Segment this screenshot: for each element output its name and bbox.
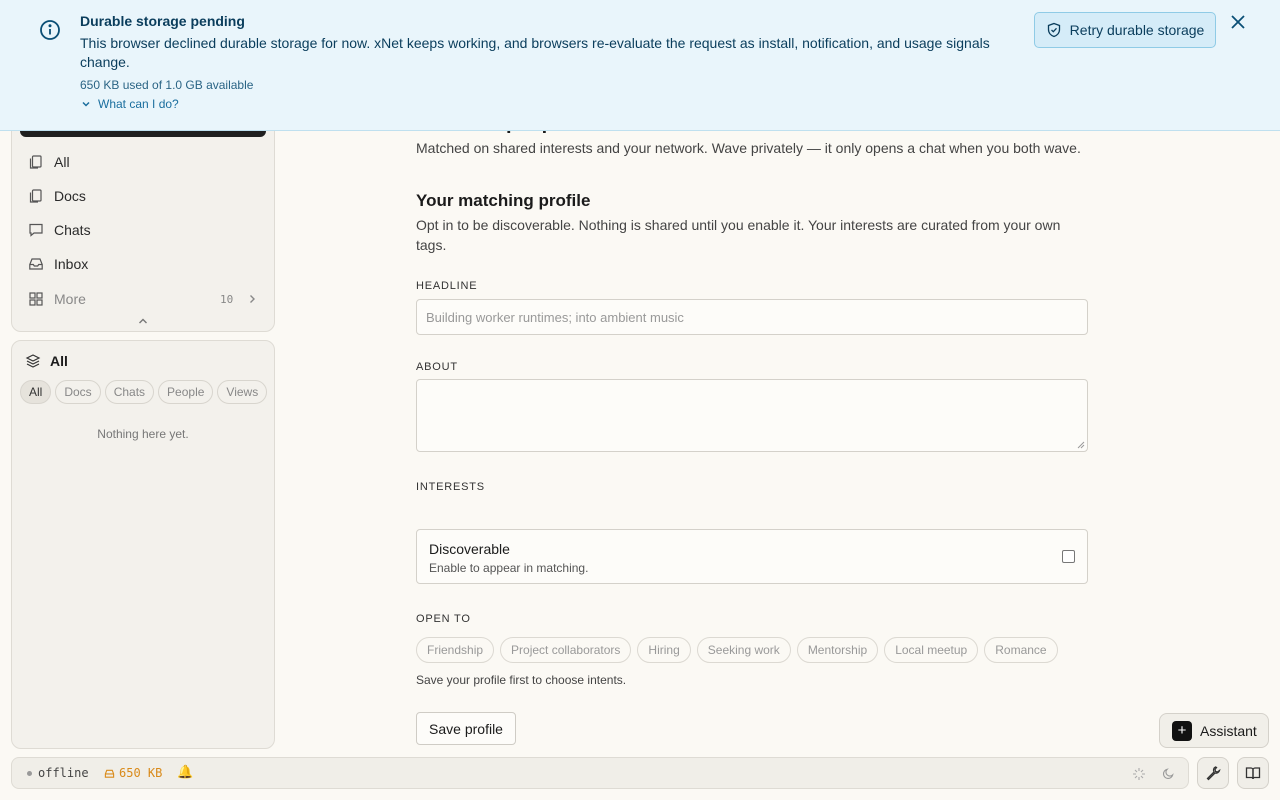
storage-value: 650 KB	[119, 766, 163, 780]
book-open-icon	[1245, 767, 1261, 780]
close-icon[interactable]	[1228, 12, 1248, 32]
sidebar-item-all[interactable]: All	[28, 150, 258, 174]
sidebar-item-label: Chats	[54, 222, 91, 238]
headline-placeholder: Building worker runtimes; into ambient m…	[426, 309, 684, 325]
docs-button[interactable]	[1237, 757, 1269, 789]
intent-chip-hiring[interactable]: Hiring	[637, 637, 691, 663]
grid-icon	[29, 292, 43, 306]
inbox-icon	[29, 258, 43, 270]
intent-chip-romance[interactable]: Romance	[984, 637, 1058, 663]
all-panel-title: All	[50, 353, 68, 369]
assistant-label: Assistant	[1200, 722, 1257, 739]
sidebar-item-label: All	[54, 154, 70, 170]
docs-icon	[29, 189, 42, 203]
headline-input[interactable]: Building worker runtimes; into ambient m…	[416, 299, 1088, 335]
about-label: ABOUT	[416, 361, 458, 373]
empty-state: Nothing here yet.	[97, 427, 189, 441]
sidebar-item-docs[interactable]: Docs	[28, 184, 258, 208]
profile-section-title: Your matching profile	[416, 191, 591, 210]
retry-storage-button[interactable]: Retry durable storage	[1034, 12, 1216, 48]
intent-chip-friendship[interactable]: Friendship	[416, 637, 495, 663]
filter-chip-all[interactable]: All	[20, 380, 52, 404]
profile-section-description: Opt in to be discoverable. Nothing is sh…	[416, 217, 1061, 253]
page-subtitle: Matched on shared interests and your net…	[416, 140, 1081, 156]
storage-usage: 650 KB used of 1.0 GB available	[80, 78, 254, 92]
assistant-button[interactable]: + Assistant	[1159, 713, 1269, 748]
storage-indicator[interactable]: 650 KB	[104, 766, 162, 780]
tools-button[interactable]	[1197, 757, 1229, 789]
intent-chip-local-meetup[interactable]: Local meetup	[884, 637, 979, 663]
banner-title: Durable storage pending	[80, 13, 245, 29]
connection-status-dot	[27, 771, 32, 776]
all-panel-header: All	[25, 353, 68, 369]
intent-chip-seeking-work[interactable]: Seeking work	[696, 637, 791, 663]
sidebar-nav: All Docs Chats Inbox More 10	[11, 120, 275, 332]
sparkle-icon[interactable]	[1132, 767, 1146, 781]
retry-storage-label: Retry durable storage	[1069, 22, 1205, 38]
open-to-label: OPEN TO	[416, 613, 471, 625]
intent-chip-project-collaborators[interactable]: Project collaborators	[500, 637, 632, 663]
filter-chip-people[interactable]: People	[158, 380, 214, 404]
intent-chips: Friendship Project collaborators Hiring …	[416, 637, 1058, 663]
filter-chip-docs[interactable]: Docs	[55, 380, 101, 404]
resize-grip-icon[interactable]	[1077, 441, 1085, 449]
chevron-down-icon	[82, 101, 90, 107]
headline-label: HEADLINE	[416, 280, 478, 292]
sidebar-item-label: Docs	[54, 188, 86, 204]
what-can-i-do-link[interactable]: What can I do?	[80, 97, 179, 111]
discoverable-description: Enable to appear in matching.	[429, 561, 589, 575]
status-bar: offline 650 KB 🔔	[11, 757, 1189, 789]
about-textarea[interactable]	[416, 379, 1088, 452]
intent-chip-mentorship[interactable]: Mentorship	[796, 637, 879, 663]
storage-banner: Durable storage pending This browser dec…	[0, 0, 1280, 131]
more-count: 10	[220, 292, 234, 306]
chevron-up-icon[interactable]	[136, 314, 150, 328]
shield-check-icon	[1047, 22, 1060, 38]
sidebar-item-label: Inbox	[54, 256, 89, 272]
discoverable-checkbox[interactable]	[1062, 550, 1075, 563]
wrench-icon	[1206, 766, 1221, 781]
save-profile-button[interactable]: Save profile	[416, 712, 516, 745]
layers-icon	[25, 354, 41, 368]
sidebar-item-label: More	[54, 291, 86, 307]
sidebar-item-more[interactable]: More 10	[28, 287, 258, 311]
banner-description: This browser declined durable storage fo…	[80, 35, 990, 70]
sidebar-item-chats[interactable]: Chats	[28, 218, 258, 242]
interests-label: INTERESTS	[416, 481, 485, 493]
connection-status: offline	[38, 766, 89, 780]
filter-chip-views[interactable]: Views	[217, 380, 268, 404]
bell-icon[interactable]: 🔔	[177, 765, 193, 780]
chat-icon	[29, 223, 43, 237]
what-can-i-do-label: What can I do?	[98, 97, 179, 111]
filter-chips: All Docs Chats People Views	[20, 380, 268, 404]
file-stack-icon	[29, 155, 42, 169]
discoverable-title: Discoverable	[429, 541, 510, 557]
sidebar-item-inbox[interactable]: Inbox	[28, 252, 258, 276]
discoverable-card: Discoverable Enable to appear in matchin…	[416, 529, 1088, 584]
chevron-right-icon	[250, 295, 255, 303]
all-panel: All All Docs Chats People Views Nothing …	[11, 340, 275, 749]
moon-icon[interactable]	[1162, 767, 1175, 780]
intents-hint: Save your profile first to choose intent…	[416, 673, 627, 687]
info-icon	[40, 20, 60, 40]
hard-drive-icon	[104, 769, 115, 778]
plus-icon: +	[1172, 720, 1192, 741]
filter-chip-chats[interactable]: Chats	[104, 380, 155, 404]
